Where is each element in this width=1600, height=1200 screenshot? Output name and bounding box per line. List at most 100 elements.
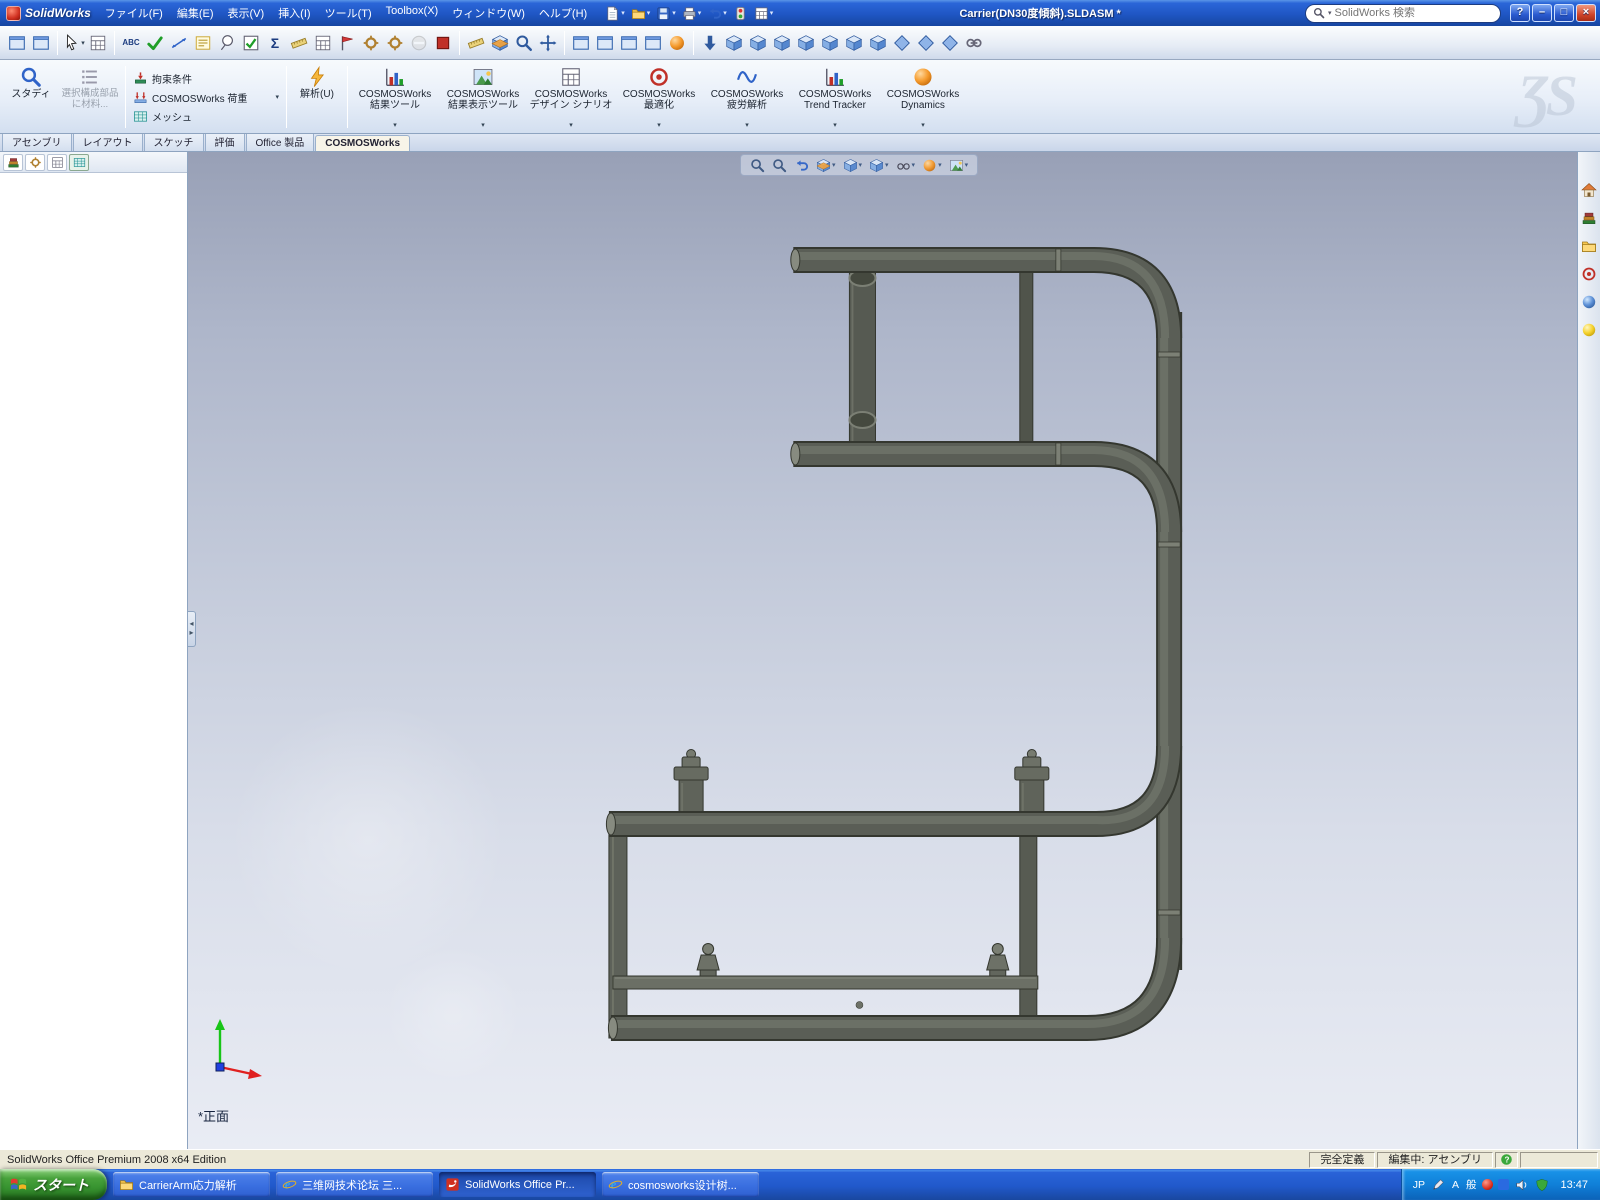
balloon-icon[interactable] xyxy=(215,31,239,55)
explode-lines-icon[interactable] xyxy=(914,31,938,55)
search-input[interactable] xyxy=(1334,7,1493,19)
equation-sigma-icon[interactable]: Σ xyxy=(263,31,287,55)
edit-appearance-icon[interactable]: ▾ xyxy=(922,158,942,173)
render-icon[interactable] xyxy=(665,31,689,55)
tab-evaluate[interactable]: 評価 xyxy=(204,131,245,151)
print-icon[interactable]: ▾ xyxy=(680,3,704,23)
tab-layout[interactable]: レイアウト xyxy=(72,131,143,151)
tab-assembly[interactable]: アセンブリ xyxy=(2,131,72,151)
smart-dimension-icon[interactable] xyxy=(167,31,191,55)
measure-icon[interactable] xyxy=(464,31,488,55)
cam-mate-icon[interactable] xyxy=(383,31,407,55)
section-view-icon[interactable]: ▾ xyxy=(816,158,836,173)
menu-tools[interactable]: ツール(T) xyxy=(318,2,379,24)
taskbar-item-browser-1[interactable]: 三维网技术论坛 三... xyxy=(276,1172,433,1197)
loads-caret-icon[interactable]: ▾ xyxy=(275,93,279,101)
viewport-four-icon[interactable] xyxy=(641,31,665,55)
propertymanager-tab-icon[interactable] xyxy=(25,153,45,171)
spell-check-icon[interactable]: ABC xyxy=(119,31,143,55)
optimization-button[interactable]: COSMOSWorks 最適化 ▾ xyxy=(615,63,703,131)
view-orientation-icon[interactable]: ▾ xyxy=(843,158,862,173)
window-pane-icon[interactable] xyxy=(5,31,29,55)
interference-check-icon[interactable] xyxy=(938,31,962,55)
note-icon[interactable] xyxy=(191,31,215,55)
minimize-button[interactable]: – xyxy=(1532,4,1552,22)
taskbar-item-folder[interactable]: CarrierArm応力解析 xyxy=(113,1172,270,1197)
feature-tree-body[interactable] xyxy=(0,173,187,1149)
tab-office-products[interactable]: Office 製品 xyxy=(245,131,315,151)
search-box[interactable]: ▾ xyxy=(1305,3,1501,23)
photoworks-icon[interactable] xyxy=(1580,320,1599,339)
loads-button[interactable]: COSMOSWorks 荷重 ▾ xyxy=(133,90,279,105)
revision-flag-icon[interactable] xyxy=(335,31,359,55)
stop-icon[interactable] xyxy=(431,31,455,55)
viewport-two-horizontal-icon[interactable] xyxy=(617,31,641,55)
carrier-assembly-model[interactable] xyxy=(188,152,1577,1149)
menu-toolbox[interactable]: Toolbox(X) xyxy=(379,2,446,24)
smart-fastener-icon[interactable] xyxy=(770,31,794,55)
run-analysis-button[interactable]: 解析(U) xyxy=(290,63,344,131)
help-button[interactable]: ? xyxy=(1510,4,1530,22)
menu-window[interactable]: ウィンドウ(W) xyxy=(445,2,532,24)
window-cascade-icon[interactable] xyxy=(29,31,53,55)
zoom-fit-icon[interactable] xyxy=(750,158,765,173)
menu-insert[interactable]: 挿入(I) xyxy=(271,2,317,24)
design-scenario-button[interactable]: COSMOSWorks デザイン シナリオ ▾ xyxy=(527,63,615,131)
configurationmanager-tab-icon[interactable] xyxy=(47,153,67,171)
tray-blue-icon[interactable] xyxy=(1498,1179,1510,1190)
tray-red-icon[interactable] xyxy=(1482,1179,1494,1190)
design-library-icon[interactable] xyxy=(1580,208,1599,227)
volume-icon[interactable] xyxy=(1514,1177,1529,1192)
cosmosworks-tree-tab-icon[interactable] xyxy=(69,153,89,171)
trend-tracker-button[interactable]: COSMOSWorks Trend Tracker ▾ xyxy=(791,63,879,131)
undo-icon[interactable]: ▾ xyxy=(705,3,729,23)
restraints-button[interactable]: 拘束条件 xyxy=(133,71,279,86)
ime-conversion-mode[interactable]: 般 xyxy=(1465,1177,1478,1192)
ime-pen-icon[interactable] xyxy=(1431,1177,1446,1192)
taskbar-item-browser-2[interactable]: cosmosworks设计树... xyxy=(602,1172,759,1197)
insert-component-icon[interactable] xyxy=(698,31,722,55)
select-arrow-icon[interactable]: ▾ xyxy=(62,31,86,55)
options-icon[interactable]: ▾ xyxy=(752,3,776,23)
view-grid-icon[interactable] xyxy=(86,31,110,55)
tab-cosmosworks[interactable]: COSMOSWorks xyxy=(315,135,411,151)
move-component-icon[interactable] xyxy=(794,31,818,55)
featuremanager-tab-icon[interactable] xyxy=(3,153,23,171)
menu-view[interactable]: 表示(V) xyxy=(221,2,272,24)
menu-help[interactable]: ヘルプ(H) xyxy=(532,2,594,24)
hyperlink-icon[interactable] xyxy=(962,31,986,55)
study-button[interactable]: スタディ xyxy=(4,63,58,131)
assembly-features-icon[interactable] xyxy=(866,31,890,55)
menu-file[interactable]: ファイル(F) xyxy=(98,2,170,24)
start-button[interactable]: スタート xyxy=(0,1169,107,1200)
rebuild-icon[interactable] xyxy=(731,3,750,23)
file-explorer-icon[interactable] xyxy=(1580,236,1599,255)
viewport-two-icon[interactable] xyxy=(593,31,617,55)
section-view-icon[interactable] xyxy=(488,31,512,55)
taskbar-item-solidworks[interactable]: SolidWorks Office Pr... xyxy=(439,1172,596,1197)
rotate-component-icon[interactable] xyxy=(818,31,842,55)
viewport-single-icon[interactable] xyxy=(569,31,593,55)
mesh-button[interactable]: メッシュ xyxy=(133,109,279,124)
measure-ruler-icon[interactable] xyxy=(287,31,311,55)
menu-edit[interactable]: 編集(E) xyxy=(170,2,221,24)
solidworks-resources-icon[interactable] xyxy=(1580,180,1599,199)
open-icon[interactable]: ▾ xyxy=(629,3,653,23)
close-button[interactable]: × xyxy=(1576,4,1596,22)
search-caret-icon[interactable]: ▾ xyxy=(1328,9,1332,17)
quick-tips-help-icon[interactable] xyxy=(1495,1151,1518,1168)
fatigue-analysis-button[interactable]: COSMOSWorks 疲労解析 ▾ xyxy=(703,63,791,131)
appearances-icon[interactable] xyxy=(1580,292,1599,311)
zoom-icon[interactable] xyxy=(512,31,536,55)
panel-splitter[interactable]: ◂ ▸ xyxy=(188,610,196,647)
hide-show-items-icon[interactable]: ▾ xyxy=(896,158,915,173)
format-check-icon[interactable] xyxy=(143,31,167,55)
apply-scene-icon[interactable]: ▾ xyxy=(949,158,968,173)
security-shield-icon[interactable] xyxy=(1534,1177,1549,1192)
save-icon[interactable]: ▾ xyxy=(654,3,678,23)
gear-mate-icon[interactable] xyxy=(359,31,383,55)
ime-language-indicator[interactable]: JP xyxy=(1412,1179,1426,1191)
maximize-button[interactable]: □ xyxy=(1554,4,1574,22)
weld-check-icon[interactable] xyxy=(239,31,263,55)
view-palette-icon[interactable] xyxy=(1580,264,1599,283)
